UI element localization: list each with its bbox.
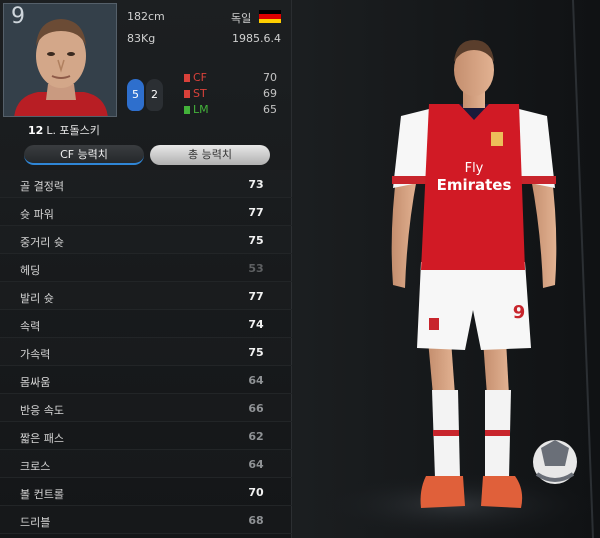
stat-name: 몸싸움: [20, 376, 51, 389]
position-label: LM: [193, 103, 209, 116]
stat-value: 53: [248, 262, 264, 275]
sponsor-line1: Fly: [465, 161, 484, 176]
left-foot-value: 5: [132, 88, 139, 101]
player-figure: Fly Emirates 9: [313, 0, 594, 538]
stat-name: 골 결정력: [20, 180, 64, 193]
shorts-number: 9: [513, 302, 526, 323]
stat-name: 볼 컨트롤: [20, 488, 64, 501]
position-color-icon: [184, 106, 190, 114]
foot-rating: 5 2: [123, 75, 165, 115]
stat-row: 중거리 슛 75: [0, 226, 292, 254]
position-row: CF 70: [181, 70, 281, 86]
stat-row: 가속력 75: [0, 338, 292, 366]
stat-row: 짧은 패스 62: [0, 422, 292, 450]
stat-value: 74: [248, 318, 264, 331]
height-value: 182cm: [127, 10, 165, 23]
position-ratings: CF 70 ST 69 LM 65: [181, 70, 281, 118]
birthdate-value: 1985.6.4: [232, 32, 281, 45]
stat-value: 73: [248, 178, 264, 191]
stat-name: 중거리 슛: [20, 236, 64, 249]
stat-row: 볼 컨트롤 70: [0, 478, 292, 506]
left-foot-icon: 5: [127, 79, 144, 111]
stat-value: 77: [248, 206, 264, 219]
stat-value: 62: [248, 430, 264, 443]
player-info-panel: 9 12 L. 포돌스키 182cm 83Kg 독일 1985.6.4 5 2 C…: [0, 0, 292, 538]
position-label: ST: [193, 87, 207, 100]
player-detail-screen: 9 12 L. 포돌스키 182cm 83Kg 독일 1985.6.4 5 2 C…: [0, 0, 600, 538]
stat-row: 크로스 64: [0, 450, 292, 478]
germany-flag-icon: [259, 10, 281, 23]
position-row: ST 69: [181, 86, 281, 102]
stat-value: 70: [248, 486, 264, 499]
stat-row: 발리 슛 77: [0, 282, 292, 310]
position-value: 69: [263, 87, 277, 100]
tab-total-abilities[interactable]: 총 능력치: [150, 145, 270, 165]
stat-row: 헤딩 53: [0, 254, 292, 282]
player-name-row: 12 L. 포돌스키: [28, 122, 100, 138]
soccer-ball-icon: [533, 440, 577, 484]
shirt-number: 9: [11, 4, 25, 29]
player-3d-render: Fly Emirates 9: [293, 0, 600, 538]
stat-name: 반응 속도: [20, 404, 64, 417]
position-value: 70: [263, 71, 277, 84]
right-foot-icon: 2: [146, 79, 163, 111]
stat-name: 크로스: [20, 460, 51, 473]
position-value: 65: [263, 103, 277, 116]
sponsor-line2: Emirates: [437, 176, 512, 194]
stat-value: 64: [248, 374, 264, 387]
stat-row: 슛 파워 77: [0, 198, 292, 226]
stat-value: 66: [248, 402, 264, 415]
squad-number-badge: 12: [28, 124, 44, 137]
stat-value: 75: [248, 234, 264, 247]
stat-row: 드리블 68: [0, 506, 292, 534]
stat-name: 슛 파워: [20, 208, 54, 221]
position-label: CF: [193, 71, 208, 84]
stat-name: 가속력: [20, 348, 51, 361]
position-color-icon: [184, 90, 190, 98]
weight-value: 83Kg: [127, 32, 156, 45]
stat-name: 발리 슛: [20, 292, 54, 305]
stat-row: 반응 속도 66: [0, 394, 292, 422]
stat-row: 몸싸움 64: [0, 366, 292, 394]
ability-tabs: CF 능력치 총 능력치: [24, 145, 273, 165]
player-name: L. 포돌스키: [46, 124, 100, 137]
player-photo: 9: [3, 3, 117, 117]
tab-cf-abilities[interactable]: CF 능력치: [24, 145, 144, 165]
stat-value: 77: [248, 290, 264, 303]
stat-name: 드리블: [20, 516, 51, 529]
right-foot-value: 2: [151, 88, 158, 101]
nationality-value: 독일: [231, 12, 252, 25]
stat-name: 짧은 패스: [20, 432, 64, 445]
stat-value: 68: [248, 514, 264, 527]
stat-name: 속력: [20, 320, 41, 333]
position-row: LM 65: [181, 102, 281, 118]
ability-list: 골 결정력 73 슛 파워 77 중거리 슛 75 헤딩 53 발리 슛 77 속력 74 …: [0, 170, 292, 534]
stat-value: 75: [248, 346, 264, 359]
position-color-icon: [184, 74, 190, 82]
stat-name: 헤딩: [20, 264, 41, 277]
stat-row: 골 결정력 73: [0, 170, 292, 198]
stat-row: 속력 74: [0, 310, 292, 338]
stat-value: 64: [248, 458, 264, 471]
